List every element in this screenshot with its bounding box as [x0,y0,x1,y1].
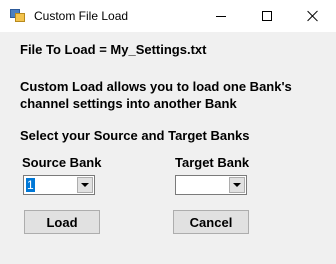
maximize-icon [262,11,272,21]
description-text: channel settings into another Bank [20,96,237,111]
app-icon [10,9,26,23]
close-button[interactable] [290,0,336,32]
dialog-window: Custom File Load File To Load = My_Setti… [0,0,336,264]
target-bank-label: Target Bank [175,155,250,170]
load-button[interactable]: Load [24,210,100,234]
cancel-button[interactable]: Cancel [173,210,249,234]
source-bank-dropdown[interactable]: 1 [23,175,95,195]
source-bank-value: 1 [26,178,35,192]
select-banks-label: Select your Source and Target Banks [20,128,250,143]
minimize-button[interactable] [198,0,244,32]
minimize-icon [216,15,226,17]
description-text: Custom Load allows you to load one Bank'… [20,79,292,94]
source-bank-label: Source Bank [22,155,102,170]
target-bank-dropdown[interactable] [175,175,247,195]
dropdown-arrow-button[interactable] [77,177,93,193]
window-title: Custom File Load [34,9,129,23]
dropdown-arrow-button[interactable] [229,177,245,193]
chevron-down-icon [81,183,89,187]
target-bank-value [178,178,180,192]
file-to-load-label: File To Load = My_Settings.txt [20,42,207,57]
title-bar[interactable]: Custom File Load [0,0,336,32]
maximize-button[interactable] [244,0,290,32]
close-icon [307,10,319,22]
chevron-down-icon [233,183,241,187]
